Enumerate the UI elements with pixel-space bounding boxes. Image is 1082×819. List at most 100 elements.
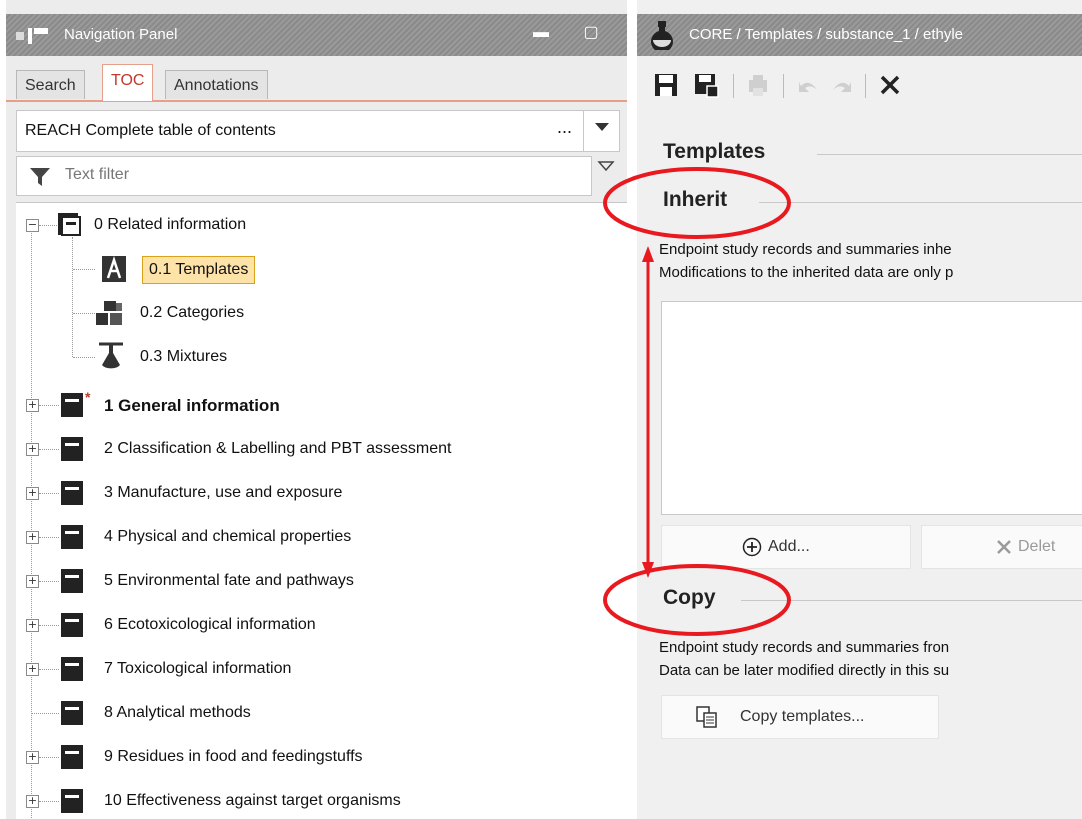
- tree-node-analytical-methods[interactable]: 8 Analytical methods: [16, 691, 616, 735]
- filter-options-icon[interactable]: [594, 156, 618, 194]
- inherited-templates-list[interactable]: [661, 301, 1082, 515]
- tree-node-label: 0.3 Mixtures: [140, 348, 228, 365]
- save-icon[interactable]: [653, 72, 679, 98]
- section-rule: [741, 600, 1082, 601]
- toc-select[interactable]: REACH Complete table of contents ...: [16, 110, 620, 152]
- tree-node-label: 4 Physical and chemical properties: [104, 528, 352, 545]
- book-icon: [61, 745, 83, 769]
- tree-node-effectiveness[interactable]: + 10 Effectiveness against target organi…: [16, 779, 616, 819]
- tab-search[interactable]: Search: [16, 70, 85, 99]
- add-button-label: Add...: [768, 538, 810, 555]
- expand-icon[interactable]: +: [26, 399, 39, 412]
- panel-divider[interactable]: [627, 0, 637, 819]
- editor-titlebar: CORE / Templates / substance_1 / ethyle: [637, 14, 1082, 56]
- navigation-panel-titlebar: Navigation Panel ▬ ▢: [6, 14, 627, 56]
- inherit-description-line1: Endpoint study records and summaries inh…: [659, 241, 952, 258]
- tree-node-label: 9 Residues in food and feedingstuffs: [104, 748, 363, 765]
- tree-node-mixtures[interactable]: 0.3 Mixtures: [16, 335, 616, 379]
- tab-annotations[interactable]: Annotations: [165, 70, 268, 99]
- tree-connector: [39, 405, 59, 406]
- expand-icon[interactable]: +: [26, 795, 39, 808]
- copy-templates-label: Copy templates...: [740, 708, 865, 725]
- tree-node-environmental-fate[interactable]: + 5 Environmental fate and pathways: [16, 559, 616, 603]
- book-icon: [61, 393, 83, 417]
- tree-node-categories[interactable]: 0.2 Categories: [16, 291, 616, 335]
- expand-icon[interactable]: +: [26, 751, 39, 764]
- copy-templates-button[interactable]: Copy templates...: [661, 695, 939, 739]
- maximize-icon[interactable]: ▢: [582, 24, 600, 42]
- editor-toolbar: [637, 56, 1082, 117]
- tab-toc[interactable]: TOC: [102, 64, 154, 101]
- tree-connector: [73, 313, 95, 314]
- navigation-panel-title: Navigation Panel: [64, 26, 178, 43]
- tree-node-manufacture[interactable]: + 3 Manufacture, use and exposure: [16, 471, 616, 515]
- template-icon: [102, 256, 126, 282]
- toc-tree: − 0 Related information 0.1 Templates 0.…: [16, 202, 627, 819]
- tree-node-label: 5 Environmental fate and pathways: [104, 572, 354, 589]
- editor-title: CORE / Templates / substance_1 / ethyle: [689, 26, 964, 43]
- expand-icon[interactable]: +: [26, 619, 39, 632]
- save-as-icon[interactable]: [693, 72, 719, 98]
- book-icon: [61, 789, 83, 813]
- tree-node-label: 7 Toxicological information: [104, 660, 292, 677]
- add-circle-icon: [742, 537, 762, 557]
- text-filter-placeholder: Text filter: [65, 166, 130, 183]
- tree-node-ecotoxicological[interactable]: + 6 Ecotoxicological information: [16, 603, 616, 647]
- tree-connector: [39, 801, 59, 802]
- redo-icon[interactable]: [829, 72, 855, 98]
- tree-node-residues[interactable]: + 9 Residues in food and feedingstuffs: [16, 735, 616, 779]
- text-filter-input[interactable]: Text filter: [16, 156, 592, 196]
- book-icon: [61, 481, 83, 505]
- collapse-icon[interactable]: −: [26, 219, 39, 232]
- panel-tab-strip: Search TOC Annotations: [6, 56, 627, 102]
- book-icon: [61, 613, 83, 637]
- minimize-icon[interactable]: ▬: [532, 24, 550, 42]
- close-icon[interactable]: [877, 72, 903, 98]
- inherit-heading: Inherit: [663, 188, 728, 211]
- delete-button[interactable]: Delet: [921, 525, 1082, 569]
- editor-panel: CORE / Templates / substance_1 / ethyle …: [637, 0, 1082, 819]
- toc-select-value: REACH Complete table of contents: [25, 122, 276, 139]
- section-rule: [759, 202, 1082, 203]
- open-book-icon: [58, 213, 81, 236]
- chevron-down-icon[interactable]: [583, 111, 620, 151]
- expand-icon[interactable]: +: [26, 487, 39, 500]
- toolbar-separator: [733, 74, 734, 98]
- tree-connector: [39, 581, 59, 582]
- print-icon[interactable]: [745, 72, 771, 98]
- tree-connector: [32, 713, 59, 714]
- mixtures-icon: [99, 342, 123, 369]
- book-icon: [61, 525, 83, 549]
- copy-heading: Copy: [663, 586, 716, 609]
- tree-node-label: 0.1 Templates: [142, 256, 256, 284]
- delete-button-label: Delet: [1018, 538, 1056, 555]
- tree-connector: [73, 357, 95, 358]
- required-asterisk: *: [85, 389, 91, 405]
- book-icon: [61, 437, 83, 461]
- add-button[interactable]: Add...: [661, 525, 911, 569]
- tree-node-general-information[interactable]: + * 1 General information: [16, 383, 616, 427]
- navigation-panel: Navigation Panel ▬ ▢ Search TOC Annotati…: [6, 0, 627, 819]
- expand-icon[interactable]: +: [26, 663, 39, 676]
- filter-icon: [30, 168, 50, 186]
- tree-node-physical-chemical[interactable]: + 4 Physical and chemical properties: [16, 515, 616, 559]
- tree-node-label: 0.2 Categories: [140, 304, 245, 321]
- expand-icon[interactable]: +: [26, 443, 39, 456]
- more-options-button[interactable]: ...: [557, 117, 572, 138]
- delete-icon: [997, 540, 1011, 554]
- tree-node-toxicological[interactable]: + 7 Toxicological information: [16, 647, 616, 691]
- expand-icon[interactable]: +: [26, 575, 39, 588]
- tree-connector: [39, 225, 57, 226]
- editor-content: Templates Inherit Endpoint study records…: [637, 116, 1082, 819]
- tree-node-templates[interactable]: 0.1 Templates: [16, 247, 616, 291]
- tree-node-label: 0 Related information: [94, 216, 247, 233]
- tree-connector: [39, 625, 59, 626]
- inherit-description-line2: Modifications to the inherited data are …: [659, 264, 954, 281]
- book-icon: [61, 569, 83, 593]
- undo-icon[interactable]: [795, 72, 821, 98]
- templates-heading: Templates: [663, 140, 766, 163]
- expand-icon[interactable]: +: [26, 531, 39, 544]
- flask-icon: [651, 21, 673, 50]
- tree-node-classification[interactable]: + 2 Classification & Labelling and PBT a…: [16, 427, 616, 471]
- tree-node-related-information[interactable]: − 0 Related information: [16, 203, 616, 247]
